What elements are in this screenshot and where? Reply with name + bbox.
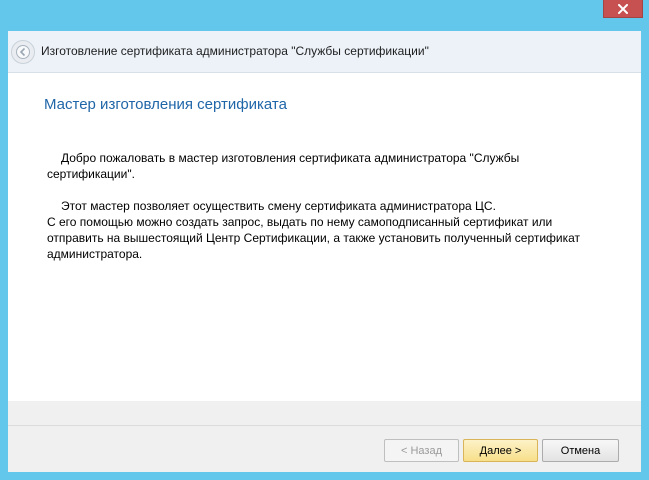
cancel-button[interactable]: Отмена — [542, 439, 619, 462]
welcome-paragraph: Добро пожаловать в мастер изготовления с… — [47, 151, 520, 181]
back-arrow-button[interactable] — [11, 40, 35, 64]
purpose-paragraph: Этот мастер позволяет осуществить смену … — [61, 199, 496, 213]
wizard-heading: Мастер изготовления сертификата — [44, 96, 287, 113]
details-paragraph: С его помощью можно создать запрос, выда… — [47, 215, 581, 261]
next-button[interactable]: Далее > — [463, 439, 538, 462]
wizard-description: Добро пожаловать в мастер изготовления с… — [47, 150, 607, 262]
wizard-footer: < Назад Далее > Отмена — [8, 401, 641, 472]
window-title: Изготовление сертификата администратора … — [41, 44, 429, 58]
wizard-header: Изготовление сертификата администратора … — [8, 31, 641, 73]
back-button[interactable]: < Назад — [384, 439, 459, 462]
wizard-window: Изготовление сертификата администратора … — [0, 0, 649, 480]
back-arrow-icon — [16, 45, 30, 59]
footer-divider — [8, 425, 641, 426]
close-icon — [618, 3, 628, 14]
wizard-content: Изготовление сертификата администратора … — [8, 31, 641, 472]
close-button[interactable] — [603, 0, 643, 18]
